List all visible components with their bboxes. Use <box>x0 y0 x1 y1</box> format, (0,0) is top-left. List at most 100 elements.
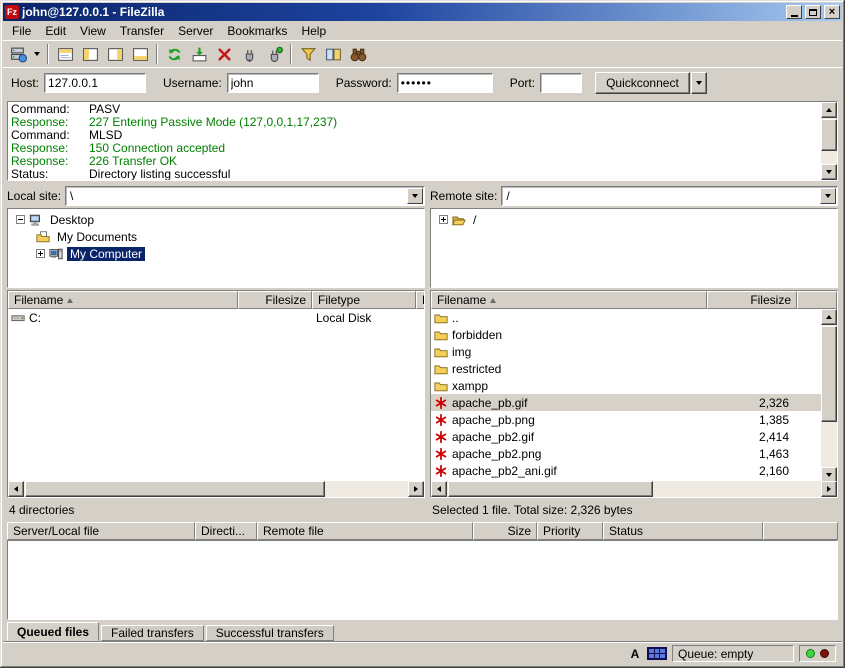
column-header-filesize[interactable]: Filesize <box>707 291 797 309</box>
toggle-local-tree-button[interactable] <box>78 43 102 65</box>
list-item-file[interactable]: apache_pb2_ani.gif 2,160 <box>431 462 821 479</box>
remote-horizontal-scrollbar[interactable] <box>431 481 837 497</box>
local-horizontal-scrollbar[interactable] <box>8 481 424 497</box>
maximize-button[interactable] <box>805 5 821 19</box>
scroll-up-button[interactable] <box>821 309 837 325</box>
sort-ascending-icon <box>490 298 496 303</box>
scroll-right-button[interactable] <box>821 481 837 497</box>
list-item-folder[interactable]: img <box>431 343 821 360</box>
toggle-queue-button[interactable] <box>128 43 152 65</box>
scroll-left-button[interactable] <box>8 481 24 497</box>
list-item-parent-dir[interactable]: .. <box>431 309 821 326</box>
list-item-folder[interactable]: forbidden <box>431 326 821 343</box>
username-input[interactable] <box>227 73 319 93</box>
activity-led-on-icon <box>806 649 815 658</box>
expand-icon[interactable] <box>36 249 45 258</box>
site-manager-button[interactable] <box>6 43 30 65</box>
scrollbar-thumb[interactable] <box>25 481 325 497</box>
remote-site-combobox[interactable]: / <box>501 186 838 206</box>
quickconnect-button[interactable]: Quickconnect <box>595 72 690 94</box>
filter-button[interactable] <box>296 43 320 65</box>
column-header-remote-file[interactable]: Remote file <box>257 522 473 540</box>
column-header-filetype[interactable]: Filetype <box>312 291 416 309</box>
transfer-queue: Server/Local file Directi... Remote file… <box>3 520 842 620</box>
column-header-size[interactable]: Size <box>473 522 537 540</box>
cancel-icon <box>216 46 233 63</box>
scroll-up-button[interactable] <box>821 102 837 118</box>
remote-site-dropdown[interactable] <box>820 188 836 204</box>
scrollbar-thumb[interactable] <box>821 119 837 151</box>
title-bar[interactable]: Fz john@127.0.0.1 - FileZilla × <box>3 3 842 21</box>
column-header-priority[interactable]: Priority <box>537 522 603 540</box>
quickconnect-dropdown[interactable] <box>691 72 707 94</box>
minimize-button[interactable] <box>786 5 802 19</box>
arrow-up-icon <box>826 108 832 112</box>
menu-help[interactable]: Help <box>294 22 333 40</box>
list-item-folder[interactable]: xampp <box>431 377 821 394</box>
column-header-server-local-file[interactable]: Server/Local file <box>7 522 195 540</box>
image-file-icon <box>434 464 448 478</box>
host-input[interactable] <box>44 73 146 93</box>
scroll-right-button[interactable] <box>408 481 424 497</box>
column-header-direction[interactable]: Directi... <box>195 522 257 540</box>
tree-item-my-documents[interactable]: My Documents <box>10 228 422 245</box>
menu-bookmarks[interactable]: Bookmarks <box>220 22 294 40</box>
activity-led-off-icon <box>820 649 829 658</box>
toolbar <box>3 40 842 67</box>
list-item-file-selected[interactable]: apache_pb.gif 2,326 <box>431 394 821 411</box>
list-item-file[interactable]: apache_pb2.gif 2,414 <box>431 428 821 445</box>
port-input[interactable] <box>540 73 582 93</box>
local-site-dropdown[interactable] <box>407 188 423 204</box>
column-header-filesize[interactable]: Filesize <box>238 291 312 309</box>
menu-view[interactable]: View <box>73 22 113 40</box>
scrollbar-thumb[interactable] <box>821 326 837 422</box>
tree-item-my-computer[interactable]: My Computer <box>10 245 422 262</box>
find-files-button[interactable] <box>346 43 370 65</box>
remote-vertical-scrollbar[interactable] <box>821 309 837 481</box>
menu-server[interactable]: Server <box>171 22 220 40</box>
menu-edit[interactable]: Edit <box>38 22 73 40</box>
refresh-button[interactable] <box>162 43 186 65</box>
tab-queued-files[interactable]: Queued files <box>7 622 99 641</box>
column-header-lastmodified[interactable]: L <box>416 291 425 309</box>
local-site-combobox[interactable]: \ <box>65 186 425 206</box>
scroll-down-button[interactable] <box>821 164 837 180</box>
column-header-filename[interactable]: Filename <box>431 291 707 309</box>
open-folder-icon <box>452 213 466 227</box>
scroll-left-button[interactable] <box>431 481 447 497</box>
local-site-row: Local site: \ <box>7 185 425 207</box>
tree-item-desktop[interactable]: Desktop <box>10 211 422 228</box>
toolbar-separator <box>156 44 158 64</box>
column-header-status[interactable]: Status <box>603 522 763 540</box>
close-button[interactable]: × <box>824 5 840 19</box>
toggle-remote-tree-button[interactable] <box>103 43 127 65</box>
menu-file[interactable]: File <box>5 22 38 40</box>
tab-successful-transfers[interactable]: Successful transfers <box>206 625 334 641</box>
scrollbar-thumb[interactable] <box>448 481 653 497</box>
site-manager-dropdown[interactable] <box>31 43 43 65</box>
expand-icon[interactable] <box>439 215 448 224</box>
reconnect-button[interactable] <box>262 43 286 65</box>
log-scrollbar[interactable] <box>821 102 837 180</box>
directory-comparison-button[interactable] <box>321 43 345 65</box>
process-queue-button[interactable] <box>187 43 211 65</box>
cancel-button[interactable] <box>212 43 236 65</box>
tab-failed-transfers[interactable]: Failed transfers <box>101 625 204 641</box>
binoculars-icon <box>350 46 367 63</box>
list-item-c-drive[interactable]: C: Local Disk <box>8 309 424 326</box>
sort-ascending-icon <box>67 298 73 303</box>
toggle-message-log-button[interactable] <box>53 43 77 65</box>
collapse-icon[interactable] <box>16 215 25 224</box>
list-item-file[interactable]: apache_pb.png 1,385 <box>431 411 821 428</box>
column-header-filename[interactable]: Filename <box>8 291 238 309</box>
queue-status-text: Queue: empty <box>672 645 794 662</box>
tree-item-root[interactable]: / <box>433 211 835 228</box>
transfer-type-indicator-icon: A <box>628 647 642 661</box>
scroll-down-button[interactable] <box>821 467 837 481</box>
list-item-file[interactable]: apache_pb2.png 1,463 <box>431 445 821 462</box>
list-item-folder[interactable]: restricted <box>431 360 821 377</box>
menu-transfer[interactable]: Transfer <box>113 22 171 40</box>
disconnect-button[interactable] <box>237 43 261 65</box>
password-input[interactable] <box>397 73 493 93</box>
arrow-down-icon <box>826 473 832 477</box>
